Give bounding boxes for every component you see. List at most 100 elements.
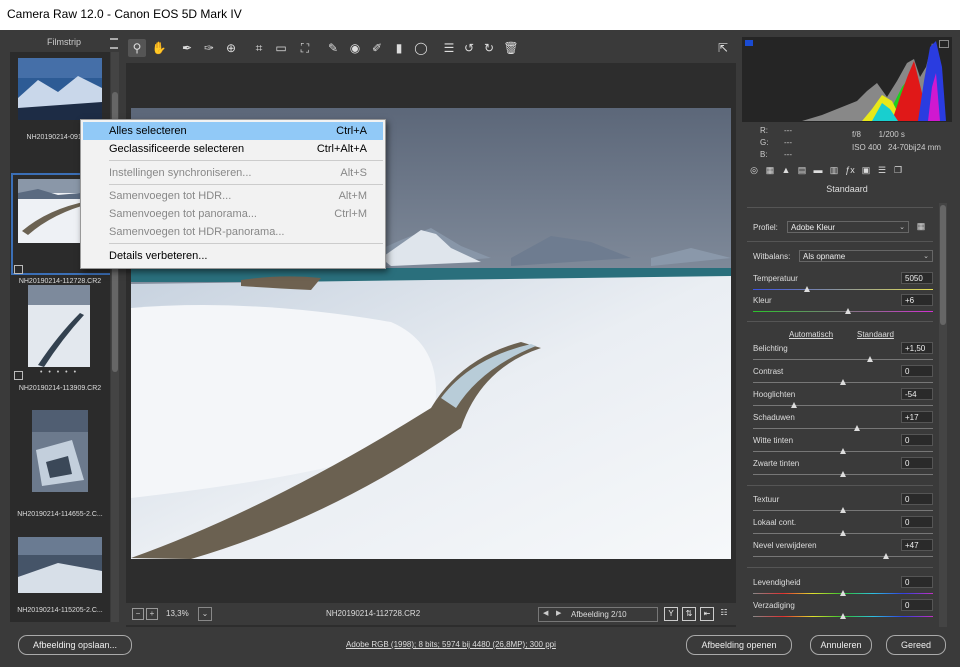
slider-track[interactable]	[753, 356, 933, 362]
menu-item-select-rated[interactable]: Geclassificeerde selecteren Ctrl+Alt+A	[83, 140, 383, 158]
panel-scrollbar[interactable]	[939, 203, 947, 627]
slider-track[interactable]	[753, 507, 933, 513]
slider-knob[interactable]	[845, 308, 852, 314]
slider-track[interactable]	[753, 402, 933, 408]
filmstrip-menu-icon[interactable]	[110, 38, 118, 49]
adjustment-brush-icon[interactable]: ✐	[368, 39, 386, 57]
slider-knob[interactable]	[791, 402, 798, 408]
default-link[interactable]: Standaard	[857, 330, 894, 339]
zoom-dropdown[interactable]: ⌄	[198, 607, 212, 621]
fullscreen-icon[interactable]: ⇱	[714, 39, 732, 57]
slider-knob[interactable]	[840, 448, 846, 454]
transform-icon[interactable]: ⛶	[296, 39, 314, 57]
red-eye-icon[interactable]: ◉	[346, 39, 364, 57]
basic-tab-icon[interactable]: ◎	[748, 164, 760, 176]
profile-browser-icon[interactable]: ▦	[915, 220, 927, 232]
preferences-icon[interactable]: ☰	[440, 39, 458, 57]
slider-value[interactable]: 0	[901, 434, 933, 446]
divider	[747, 567, 933, 568]
aperture: f/8	[852, 130, 861, 139]
slider-value[interactable]: 0	[901, 516, 933, 528]
slider-track[interactable]	[753, 286, 933, 292]
filmstrip-item[interactable]: NH20190214-115205-2.C...	[10, 537, 110, 622]
slider-value[interactable]: 0	[901, 365, 933, 377]
slider-value[interactable]: -54	[901, 388, 933, 400]
white-balance-icon[interactable]: ✒	[178, 39, 196, 57]
zoom-out-button[interactable]: −	[132, 608, 144, 620]
slider-track[interactable]	[753, 530, 933, 536]
slider-value[interactable]: 0	[901, 493, 933, 505]
slider-value[interactable]: +17	[901, 411, 933, 423]
slider-track[interactable]	[753, 471, 933, 477]
menu-item-enhance-details[interactable]: Details verbeteren...	[83, 247, 383, 265]
tone-curve-icon[interactable]: ▦	[764, 164, 776, 176]
zoom-in-button[interactable]: +	[146, 608, 158, 620]
slider-track[interactable]	[753, 379, 933, 385]
slider-track[interactable]	[753, 425, 933, 431]
histogram	[742, 37, 952, 122]
snapshots-icon[interactable]: ❐	[892, 164, 904, 176]
slider-value[interactable]: +1,50	[901, 342, 933, 354]
slider-knob[interactable]	[883, 553, 890, 559]
next-image-icon[interactable]: ▶	[556, 609, 561, 617]
done-button[interactable]: Gereed	[886, 635, 946, 655]
copy-settings-icon[interactable]: ⇤	[700, 607, 714, 621]
slider-knob[interactable]	[867, 356, 873, 362]
calibration-icon[interactable]: ▣	[860, 164, 872, 176]
workflow-options-link[interactable]: Adobe RGB (1998); 8 bits; 5974 bij 4480 …	[346, 640, 556, 649]
slider-track[interactable]	[753, 308, 933, 314]
straighten-icon[interactable]: ▭	[272, 39, 290, 57]
hand-tool-icon[interactable]: ✋	[150, 39, 168, 57]
slider-value[interactable]: 0	[901, 457, 933, 469]
before-after-y-icon[interactable]: Y	[664, 607, 678, 621]
slider-value[interactable]: 5050	[901, 272, 933, 284]
rotate-left-icon[interactable]: ↺	[460, 39, 478, 57]
slider-value[interactable]: +47	[901, 539, 933, 551]
slider-value[interactable]: 0	[901, 576, 933, 588]
cancel-button[interactable]: Annuleren	[810, 635, 872, 655]
split-toning-icon[interactable]: ▬	[812, 164, 824, 176]
slider-knob[interactable]	[840, 590, 846, 596]
slider-knob[interactable]	[840, 471, 846, 477]
adjustments-panel: Profiel: Adobe Kleur ⌄ ▦ Witbalans: Als o…	[747, 203, 937, 627]
before-after-toggle-icon[interactable]: ⇅	[682, 607, 696, 621]
previous-image-icon[interactable]: ◀	[543, 609, 548, 617]
lens-corrections-icon[interactable]: ▥	[828, 164, 840, 176]
save-image-button[interactable]: Afbeelding opslaan...	[18, 635, 132, 655]
slider-value[interactable]: 0	[901, 599, 933, 611]
slider-track[interactable]	[753, 590, 933, 596]
view-settings-icon[interactable]: ☷	[718, 607, 730, 619]
filmstrip-item[interactable]: NH20190214-114655-2.C...	[10, 410, 110, 525]
color-sampler-icon[interactable]: ✑	[200, 39, 218, 57]
radial-filter-icon[interactable]: ◯	[412, 39, 430, 57]
slider-knob[interactable]	[804, 286, 810, 292]
auto-link[interactable]: Automatisch	[789, 330, 833, 339]
slider-track[interactable]	[753, 448, 933, 454]
slider-knob[interactable]	[840, 379, 846, 385]
slider-track[interactable]	[753, 613, 933, 619]
slider-knob[interactable]	[840, 530, 846, 536]
white-balance-dropdown[interactable]: Als opname ⌄	[799, 250, 933, 262]
spot-removal-icon[interactable]: ✎	[324, 39, 342, 57]
trash-icon[interactable]: 🗑	[502, 39, 520, 57]
graduated-filter-icon[interactable]: ▮	[390, 39, 408, 57]
filmstrip-item[interactable]: NH20190214-113909.CR2	[10, 285, 110, 400]
detail-icon[interactable]: ▲	[780, 164, 792, 176]
slider-value[interactable]: +6	[901, 294, 933, 306]
slider-knob[interactable]	[840, 507, 846, 513]
crop-badge-icon	[14, 265, 23, 274]
profile-dropdown[interactable]: Adobe Kleur ⌄	[787, 221, 909, 233]
zoom-tool-icon[interactable]: ⚲	[128, 39, 146, 57]
menu-item-select-all[interactable]: Alles selecteren Ctrl+A	[83, 122, 383, 140]
effects-icon[interactable]: ƒx	[844, 164, 856, 176]
open-image-button[interactable]: Afbeelding openen	[686, 635, 792, 655]
slider-track[interactable]	[753, 553, 933, 559]
slider-knob[interactable]	[840, 613, 846, 619]
hsl-icon[interactable]: ▤	[796, 164, 808, 176]
target-adjust-icon[interactable]: ⊕	[222, 39, 240, 57]
slider-knob[interactable]	[854, 425, 861, 431]
rotate-right-icon[interactable]: ↻	[480, 39, 498, 57]
crop-icon[interactable]: ⌗	[250, 39, 268, 57]
panel-scroll-thumb[interactable]	[940, 205, 946, 325]
presets-icon[interactable]: ☰	[876, 164, 888, 176]
